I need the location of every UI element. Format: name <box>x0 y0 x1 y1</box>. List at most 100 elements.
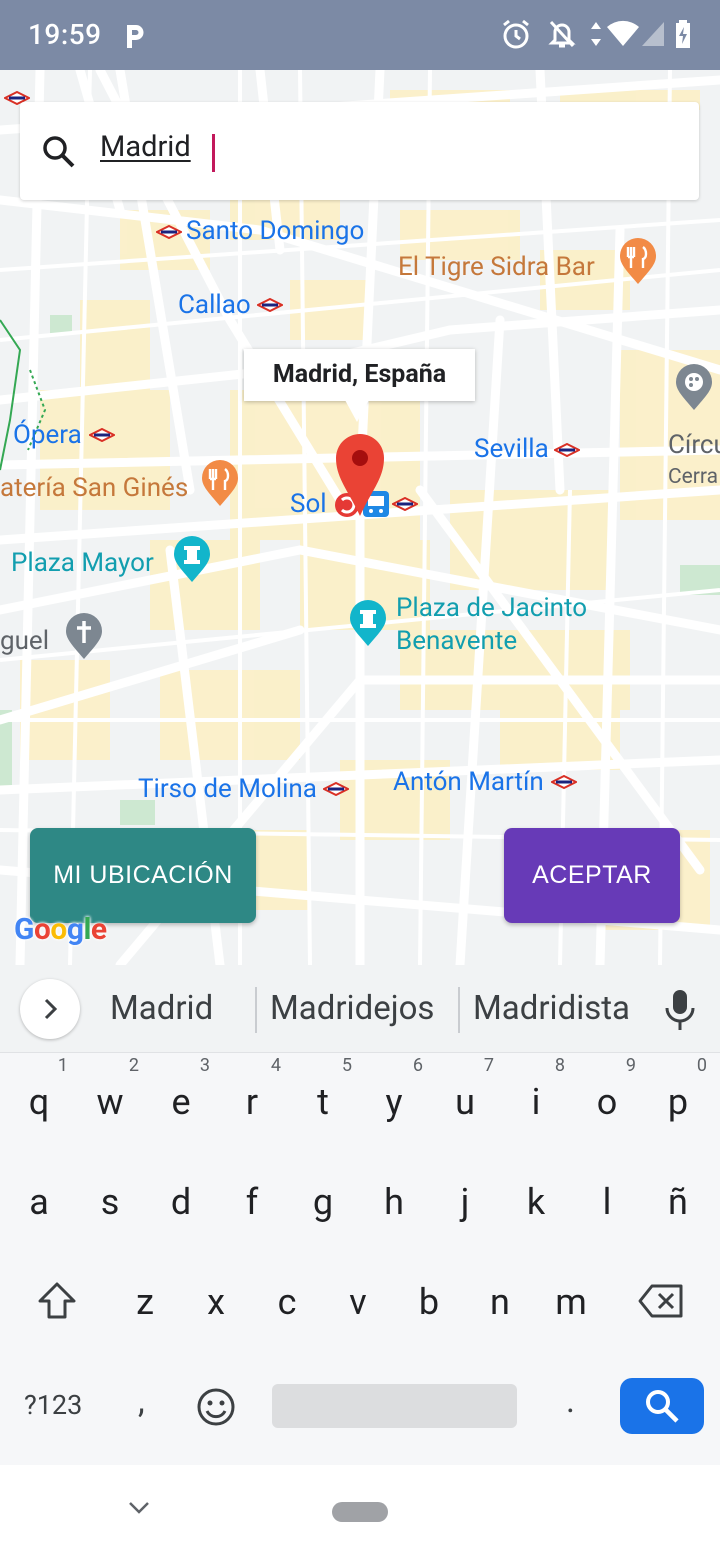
accept-button[interactable]: ACEPTAR <box>504 828 680 923</box>
key-n-tilde[interactable]: ñ <box>643 1153 713 1243</box>
suggestion-3[interactable]: Madridista <box>473 989 630 1028</box>
church-icon[interactable] <box>64 613 104 661</box>
map-label: Ópera <box>13 420 82 450</box>
key-n[interactable]: n <box>465 1253 535 1343</box>
google-logo: Google <box>14 912 107 947</box>
key-number: 4 <box>270 1055 281 1076</box>
key-letter: r <box>245 1081 259 1123</box>
navigation-bar <box>0 1465 720 1560</box>
key-letter: c <box>277 1281 297 1323</box>
metro-icon <box>551 775 577 789</box>
key-b[interactable]: b <box>394 1253 464 1343</box>
search-bar[interactable]: Madrid <box>20 102 699 200</box>
key-h[interactable]: h <box>359 1153 429 1243</box>
wifi-icon <box>607 20 639 46</box>
key-c[interactable]: c <box>252 1253 322 1343</box>
expand-toolbar-button[interactable] <box>20 979 80 1039</box>
key-p[interactable]: 0p <box>643 1053 713 1143</box>
key-r[interactable]: 4r <box>217 1053 287 1143</box>
divider <box>458 987 460 1033</box>
map-label: Sevilla <box>474 434 549 464</box>
mic-icon[interactable] <box>664 989 696 1031</box>
parking-icon <box>127 25 144 48</box>
my-location-button[interactable]: MI UBICACIÓN <box>30 828 256 923</box>
key-letter: y <box>385 1081 403 1123</box>
key-number: 2 <box>128 1055 139 1076</box>
map-label: Plaza Mayor <box>11 548 154 578</box>
metro-icon <box>323 782 349 796</box>
key-number: 1 <box>57 1055 68 1076</box>
info-window-tail <box>345 400 369 422</box>
key-j[interactable]: j <box>430 1153 500 1243</box>
key-letter: a <box>29 1181 49 1223</box>
comma-key[interactable]: , <box>138 1381 145 1421</box>
map-pin-icon[interactable] <box>334 432 386 518</box>
key-letter: p <box>667 1081 689 1123</box>
key-number: 9 <box>625 1055 636 1076</box>
emoji-icon[interactable] <box>196 1387 236 1427</box>
key-x[interactable]: x <box>181 1253 251 1343</box>
backspace-icon[interactable] <box>638 1284 684 1318</box>
key-letter: m <box>555 1281 587 1323</box>
key-t[interactable]: 5t <box>288 1053 358 1143</box>
period-key[interactable]: . <box>566 1381 575 1421</box>
search-action-key[interactable] <box>620 1378 704 1434</box>
keyboard: Madrid Madridejos Madridista 1q 2w 3e 4r… <box>0 965 720 1465</box>
restaurant-icon[interactable] <box>618 238 658 286</box>
map-label: Callao <box>178 290 251 320</box>
key-letter: i <box>531 1081 541 1123</box>
shift-icon[interactable] <box>36 1281 78 1321</box>
museum-icon[interactable] <box>674 364 714 412</box>
key-letter: q <box>28 1081 50 1123</box>
map-label: Cerra <box>668 465 719 489</box>
key-e[interactable]: 3e <box>146 1053 216 1143</box>
key-letter: t <box>317 1081 329 1123</box>
home-pill[interactable] <box>332 1502 388 1522</box>
alarm-icon <box>503 19 529 49</box>
key-number: 7 <box>483 1055 494 1076</box>
key-y[interactable]: 6y <box>359 1053 429 1143</box>
search-input[interactable]: Madrid <box>100 130 191 164</box>
key-i[interactable]: 8i <box>501 1053 571 1143</box>
map-label: Benavente <box>396 626 518 656</box>
restaurant-icon[interactable] <box>200 460 240 508</box>
info-window[interactable]: Madrid, España <box>244 349 475 401</box>
key-w[interactable]: 2w <box>75 1053 145 1143</box>
symbols-key[interactable]: ?123 <box>24 1389 82 1421</box>
key-o[interactable]: 9o <box>572 1053 642 1143</box>
chevron-down-icon[interactable] <box>127 1500 151 1516</box>
space-key[interactable] <box>272 1384 517 1428</box>
key-number: 0 <box>696 1055 707 1076</box>
map-label: Santo Domingo <box>186 216 365 246</box>
landmark-icon[interactable] <box>172 536 212 584</box>
key-number: 8 <box>554 1055 565 1076</box>
key-number: 5 <box>341 1055 352 1076</box>
map-label: Tirso de Molina <box>138 774 317 804</box>
key-a[interactable]: a <box>4 1153 74 1243</box>
map-label: Círcu <box>668 430 720 460</box>
key-k[interactable]: k <box>501 1153 571 1243</box>
key-q[interactable]: 1q <box>4 1053 74 1143</box>
suggestion-1[interactable]: Madrid <box>110 989 213 1028</box>
key-m[interactable]: m <box>536 1253 606 1343</box>
key-letter: j <box>460 1181 470 1223</box>
key-l[interactable]: l <box>572 1153 642 1243</box>
key-z[interactable]: z <box>110 1253 180 1343</box>
divider <box>255 987 257 1033</box>
key-letter: b <box>418 1281 440 1323</box>
key-number: 6 <box>412 1055 423 1076</box>
key-g[interactable]: g <box>288 1153 358 1243</box>
key-letter: e <box>171 1081 191 1123</box>
key-letter: l <box>602 1181 612 1223</box>
metro-icon <box>257 298 283 312</box>
key-f[interactable]: f <box>217 1153 287 1243</box>
notifications-off-icon <box>548 20 576 48</box>
key-s[interactable]: s <box>75 1153 145 1243</box>
landmark-icon[interactable] <box>348 600 388 648</box>
key-letter: f <box>245 1181 259 1223</box>
key-letter: k <box>526 1181 546 1223</box>
suggestion-2[interactable]: Madridejos <box>270 989 434 1028</box>
key-v[interactable]: v <box>323 1253 393 1343</box>
key-d[interactable]: d <box>146 1153 216 1243</box>
key-u[interactable]: 7u <box>430 1053 500 1143</box>
